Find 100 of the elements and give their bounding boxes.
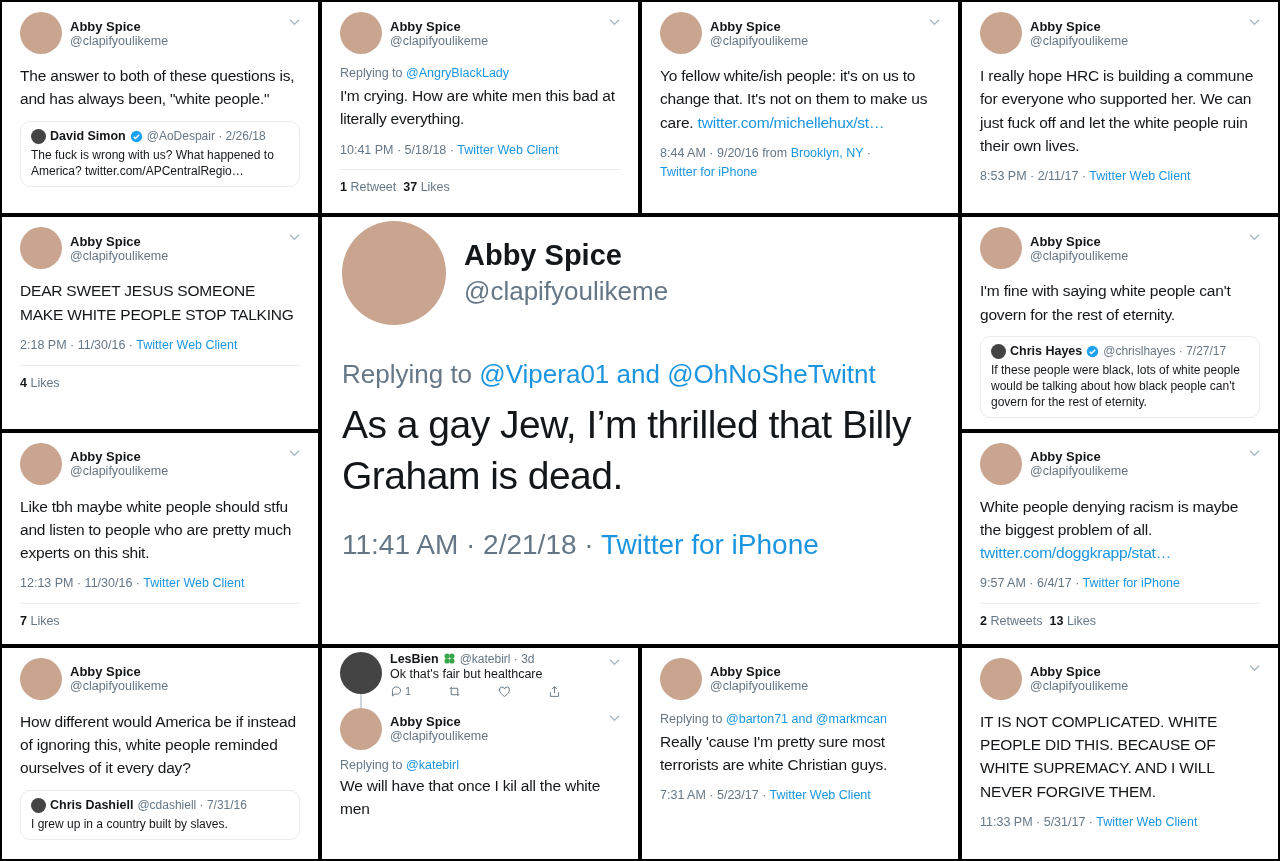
share-icon[interactable]	[548, 684, 561, 698]
reply-icon[interactable]	[390, 684, 403, 698]
quoted-tweet[interactable]: Chris Hayes @chrislhayes · 7/27/17 If these people were black, lots of white people would be talking about how black people can't govern for the rest of eternity.	[980, 335, 1260, 419]
tweet-text: I'm crying. How are white men this bad at literally everything.	[340, 86, 616, 130]
chevron-down-icon[interactable]	[609, 18, 620, 26]
retweet-icon[interactable]	[448, 684, 462, 698]
chevron-down-icon[interactable]	[1249, 448, 1260, 457]
author-name: Abby Spice	[390, 714, 462, 730]
source-link[interactable]: Twitter for iPhone	[660, 164, 758, 179]
author-name: Abby Spice	[70, 664, 142, 680]
source-link[interactable]: Twitter Web Client	[143, 576, 245, 591]
tweet-text: I really hope HRC is building a commune for everyone who supported her. We can just fuck off and let the white people ruin their own lives.	[980, 66, 1255, 156]
author-name: LesBien	[390, 651, 439, 666]
author-name: Abby Spice	[70, 18, 142, 34]
quoted-tweet[interactable]: Chris Dashiell @cdashiell · 7/31/16 I grew up in a country built by slaves.	[20, 789, 300, 840]
reply-context: Replying to @katebirl	[340, 757, 460, 772]
tweet-text: DEAR SWEET JESUS SOMEONE MAKE WHITE PEOPLE STOP TALKING	[20, 281, 295, 325]
reply-context: Replying to @barton71 and @markmcan	[660, 711, 888, 726]
author-handle: @clapifyoulikeme	[1030, 464, 1130, 478]
avatar	[980, 12, 1022, 54]
author-handle: @katebirl · 3d	[459, 651, 535, 666]
mention-link[interactable]: @Vipera01 and @OhNoSheTwitnt	[479, 359, 876, 390]
tweet-timestamp: 11:41 AM · 2/21/18 · Twitter for iPhone	[342, 527, 820, 562]
reply-count: 1	[405, 685, 412, 698]
url-link[interactable]: twitter.com/michellehux/st…	[697, 113, 885, 131]
chevron-down-icon[interactable]	[1249, 233, 1260, 242]
source-link[interactable]: Twitter Web Client	[1096, 814, 1198, 829]
tweet-timestamp: 12:13 PM · 11/30/16 · Twitter Web Client	[20, 575, 246, 593]
quoted-text: If these people were black, lots of white people would be talking about how black people can't govern for the rest of eternity.	[991, 361, 1241, 411]
verified-badge-icon	[129, 129, 143, 143]
source-link[interactable]: Twitter Web Client	[136, 337, 238, 352]
avatar	[980, 227, 1022, 270]
tweet-text: IT IS NOT COMPLICATED. WHITE PEOPLE DID THIS. BECAUSE OF WHITE SUPREMACY. AND I WILL NEVER FORGIVE THEM.	[980, 711, 1219, 802]
tweet-text: As a gay Jew, I’m thrilled that Billy Graham is dead.	[342, 402, 913, 499]
chevron-down-icon[interactable]	[289, 18, 300, 26]
quoted-text: The fuck is wrong with us? What happened to America? twitter.com/APCentralRegio…	[31, 146, 275, 179]
author-handle: @chrislhayes · 7/27/17	[1103, 344, 1227, 359]
clover-icon	[442, 652, 456, 666]
quoted-tweet[interactable]: David Simon @AoDespair · 2/26/18 The fuck is wrong with us? What happened to America? twitter.com/APCentralRegio…	[20, 120, 300, 187]
author-handle: @clapifyoulikeme	[70, 33, 170, 48]
chevron-down-icon[interactable]	[609, 713, 620, 722]
chevron-down-icon[interactable]	[289, 448, 300, 457]
author-handle: @clapifyoulikeme	[70, 248, 170, 263]
author-handle: @clapifyoulikeme	[1030, 33, 1130, 48]
verified-badge-icon	[1086, 344, 1100, 358]
reply-context: Replying to @Vipera01 and @OhNoSheTwitnt	[342, 359, 877, 391]
url-link[interactable]: twitter.com/doggkrapp/stat…	[980, 544, 1172, 561]
tweet-text: Really 'cause I'm pretty sure most terrorists are white Christian guys.	[660, 731, 889, 775]
heart-icon[interactable]	[498, 684, 512, 698]
author-handle: @clapifyoulikeme	[70, 464, 170, 478]
avatar	[31, 128, 46, 144]
tweet-text: The answer to both of these questions is, and has always been, "white people."	[20, 66, 296, 110]
chevron-down-icon[interactable]	[1249, 663, 1260, 672]
avatar	[31, 797, 46, 813]
avatar	[340, 651, 382, 694]
author-name: Chris Hayes	[1010, 344, 1083, 359]
avatar	[980, 442, 1022, 485]
avatar	[340, 707, 382, 750]
chevron-down-icon[interactable]	[609, 657, 620, 666]
chevron-down-icon[interactable]	[289, 233, 300, 242]
mention-link[interactable]: @katebirl	[406, 757, 459, 772]
engagement-stats: 7 Likes	[20, 603, 300, 628]
tweet-timestamp: 9:57 AM · 6/4/17 · Twitter for iPhone	[980, 575, 1181, 593]
author-handle: @clapifyoulikeme	[1030, 679, 1130, 694]
author-handle: @AoDespair · 2/26/18	[146, 129, 266, 143]
avatar	[20, 442, 62, 485]
engagement-stats: 1 Retweet 37 Likes	[340, 169, 620, 195]
author-name: Abby Spice	[1030, 18, 1102, 34]
source-link[interactable]: Twitter Web Client	[769, 788, 871, 803]
tweet-text: White people denying racism is maybe the biggest problem of all. twitter.com/doggkrapp/stat…	[980, 496, 1240, 563]
source-link[interactable]: Twitter for iPhone	[600, 528, 819, 560]
author-handle: @clapifyoulikeme	[390, 33, 490, 48]
author-name: Abby Spice	[70, 233, 142, 249]
author-name: Abby Spice	[70, 449, 142, 464]
avatar	[20, 227, 62, 270]
author-handle: @cdashiell · 7/31/16	[137, 798, 247, 812]
avatar	[991, 343, 1006, 359]
tweet-timestamp: 10:41 PM · 5/18/18 · Twitter Web Client	[340, 141, 560, 159]
chevron-down-icon[interactable]	[929, 18, 940, 26]
tweet-text: Ok that's fair but healthcare	[390, 666, 544, 681]
tweet-timestamp: 8:44 AM · 9/20/16 from Brooklyn, NY · Twitter for iPhone	[660, 144, 872, 181]
source-link[interactable]: Twitter Web Client	[1089, 169, 1191, 183]
author-handle: @clapifyoulikeme	[464, 276, 670, 308]
tweet-text: I'm fine with saying white people can't govern for the rest of eternity.	[980, 281, 1232, 325]
author-name: Chris Dashiell	[50, 798, 134, 812]
source-link[interactable]: Brooklyn, NY	[790, 145, 864, 160]
author-handle: @clapifyoulikeme	[390, 729, 490, 744]
tweet-timestamp: 2:18 PM · 11/30/16 · Twitter Web Client	[20, 336, 239, 354]
avatar	[980, 657, 1022, 700]
author-name: Abby Spice	[710, 664, 782, 680]
author-name: David Simon	[50, 129, 126, 143]
source-link[interactable]: Twitter Web Client	[457, 142, 559, 157]
author-handle: @clapifyoulikeme	[710, 679, 810, 694]
mention-link[interactable]: @barton71 and @markmcan	[726, 711, 887, 726]
avatar	[340, 12, 382, 54]
engagement-stats: 2 Retweets 13 Likes	[980, 603, 1260, 628]
author-name: Abby Spice	[1030, 449, 1102, 464]
chevron-down-icon[interactable]	[1249, 18, 1260, 26]
mention-link[interactable]: @AngryBlackLady	[406, 66, 510, 80]
source-link[interactable]: Twitter for iPhone	[1082, 576, 1180, 591]
